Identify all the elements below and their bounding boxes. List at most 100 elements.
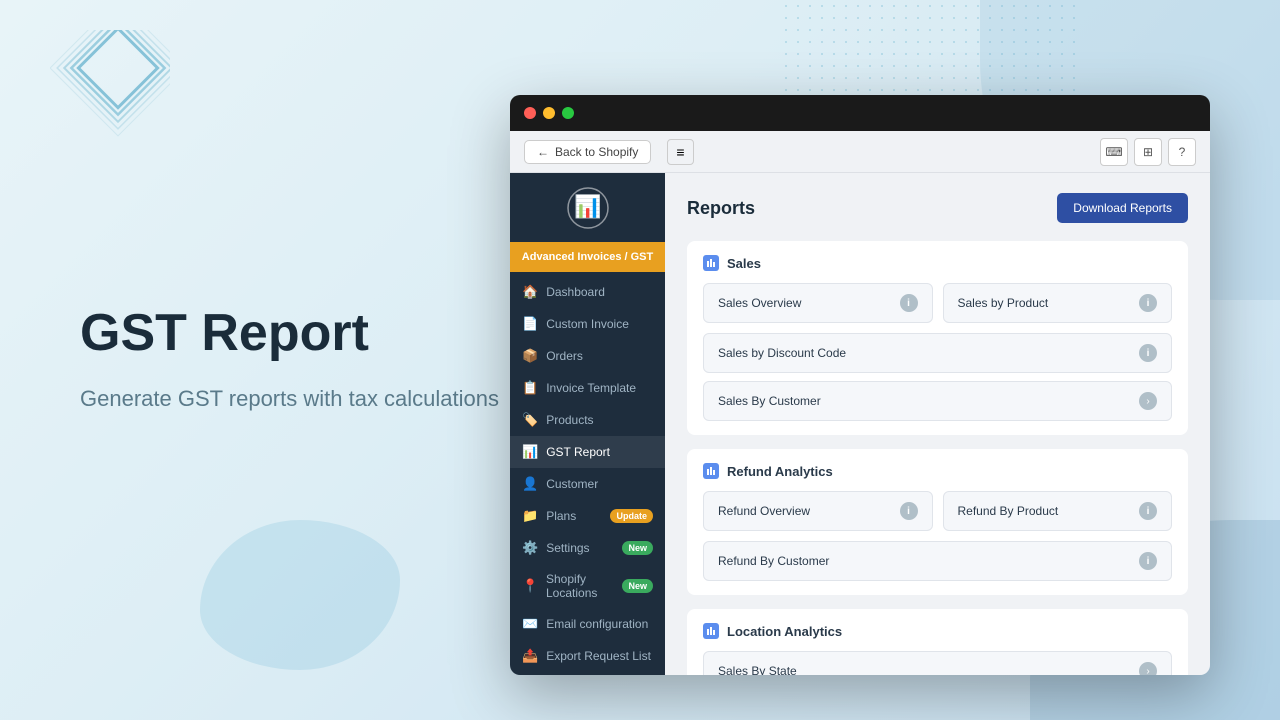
card-info-icon[interactable]: i — [1139, 294, 1157, 312]
email-configuration-label: Email configuration — [546, 617, 648, 631]
custom-invoice-label: Custom Invoice — [546, 317, 629, 331]
back-to-shopify-button[interactable]: ← Back to Shopify — [524, 140, 651, 164]
invoice-template-label: Invoice Template — [546, 381, 636, 395]
main-content: Reports Download Reports Sales Sales Over… — [665, 173, 1210, 675]
orders-label: Orders — [546, 349, 583, 363]
section-location-analytics-full-cards-row: Sales By State› — [703, 651, 1172, 675]
card-label: Sales by Product — [958, 296, 1049, 310]
email-configuration-icon: ✉️ — [522, 616, 538, 632]
export-request-list-label: Export Request List — [546, 649, 651, 663]
settings-icon: ⚙️ — [522, 540, 538, 556]
section-location-analytics-icon — [703, 623, 719, 639]
products-icon: 🏷️ — [522, 412, 538, 428]
download-reports-button[interactable]: Download Reports — [1057, 193, 1188, 223]
orders-icon: 📦 — [522, 348, 538, 364]
sidebar-item-email-configuration[interactable]: ✉️ Email configuration — [510, 608, 665, 640]
products-label: Products — [546, 413, 593, 427]
section-sales-icon — [703, 255, 719, 271]
sidebar-item-custom-invoice[interactable]: 📄 Custom Invoice — [510, 308, 665, 340]
shopify-locations-icon: 📍 — [522, 578, 538, 594]
filter-icon-button[interactable]: ⊞ — [1134, 138, 1162, 166]
browser-window: ← Back to Shopify ≡ ⌨ ⊞ ? 📊 Advanced Inv… — [510, 95, 1210, 675]
svg-text:📊: 📊 — [574, 194, 601, 219]
gst-report-label: GST Report — [546, 445, 610, 459]
bg-blob-left — [200, 520, 400, 670]
section-refund-analytics-cards-row: Refund OverviewiRefund By ProductiRefund… — [703, 491, 1172, 581]
section-sales-cards-row: Sales OverviewiSales by ProductiSales by… — [703, 283, 1172, 373]
card-refund-by-customer[interactable]: Refund By Customeri — [703, 541, 1172, 581]
sidebar: 📊 Advanced Invoices / GST 🏠 Dashboard 📄 Cus… — [510, 173, 665, 675]
card-info-icon[interactable]: i — [1139, 502, 1157, 520]
reports-title: Reports — [687, 198, 755, 219]
sidebar-item-export-request-list[interactable]: 📤 Export Request List — [510, 640, 665, 672]
sidebar-item-products[interactable]: 🏷️ Products — [510, 404, 665, 436]
card-sales-by-discount-code[interactable]: Sales by Discount Codei — [703, 333, 1172, 373]
dashboard-label: Dashboard — [546, 285, 605, 299]
traffic-light-yellow[interactable] — [543, 107, 555, 119]
customer-icon: 👤 — [522, 476, 538, 492]
card-arrow-icon[interactable]: › — [1139, 662, 1157, 675]
section-refund-analytics-title: Refund Analytics — [727, 464, 833, 479]
section-refund-analytics-header: Refund Analytics — [703, 463, 1172, 479]
sidebar-app-name: Advanced Invoices / GST — [510, 242, 665, 272]
top-bar: ← Back to Shopify ≡ ⌨ ⊞ ? — [510, 131, 1210, 173]
sidebar-item-gst-report[interactable]: 📊 GST Report — [510, 436, 665, 468]
card-info-icon[interactable]: i — [1139, 552, 1157, 570]
custom-invoice-icon: 📄 — [522, 316, 538, 332]
card-label: Sales By Customer — [718, 394, 821, 408]
card-label: Sales Overview — [718, 296, 801, 310]
card-sales-by-customer[interactable]: Sales By Customer › — [703, 381, 1172, 421]
card-info-icon[interactable]: i — [900, 502, 918, 520]
card-sales-by-state[interactable]: Sales By State› — [703, 651, 1172, 675]
section-sales: SalesSales OverviewiSales by ProductiSal… — [687, 241, 1188, 435]
left-content: GST Report Generate GST reports with tax… — [80, 305, 499, 415]
browser-titlebar — [510, 95, 1210, 131]
sidebar-logo: 📊 — [510, 173, 665, 242]
back-arrow-icon: ← — [537, 145, 549, 159]
card-label: Refund By Product — [958, 504, 1059, 518]
card-info-icon[interactable]: i — [1139, 344, 1157, 362]
dashboard-icon: 🏠 — [522, 284, 538, 300]
sidebar-item-shopify-locations[interactable]: 📍Shopify LocationsNew — [510, 564, 665, 608]
section-sales-title: Sales — [727, 256, 761, 271]
reports-header: Reports Download Reports — [687, 193, 1188, 223]
section-location-analytics: Location Analytics Sales By State› — [687, 609, 1188, 675]
traffic-light-green[interactable] — [562, 107, 574, 119]
card-info-icon[interactable]: i — [900, 294, 918, 312]
sidebar-item-dashboard[interactable]: 🏠 Dashboard — [510, 276, 665, 308]
back-label: Back to Shopify — [555, 145, 638, 159]
page-subtitle: Generate GST reports with tax calculatio… — [80, 382, 499, 415]
help-icon-button[interactable]: ? — [1168, 138, 1196, 166]
card-label: Refund Overview — [718, 504, 810, 518]
invoice-template-icon: 📋 — [522, 380, 538, 396]
section-location-analytics-header: Location Analytics — [703, 623, 1172, 639]
section-location-analytics-title: Location Analytics — [727, 624, 842, 639]
sidebar-item-invoice-template[interactable]: 📋 Invoice Template — [510, 372, 665, 404]
sidebar-item-settings[interactable]: ⚙️SettingsNew — [510, 532, 665, 564]
export-request-list-icon: 📤 — [522, 648, 538, 664]
section-sales-header: Sales — [703, 255, 1172, 271]
page-title: GST Report — [80, 305, 499, 362]
card-refund-by-product[interactable]: Refund By Product i — [943, 491, 1173, 531]
section-refund-analytics-icon — [703, 463, 719, 479]
keyboard-icon-button[interactable]: ⌨ — [1100, 138, 1128, 166]
gst-report-icon: 📊 — [522, 444, 538, 460]
shopify-locations-label: Shopify Locations — [546, 572, 614, 600]
plans-badge: Update — [610, 509, 653, 523]
sidebar-item-plans[interactable]: 📁PlansUpdate — [510, 500, 665, 532]
section-sales-full-cards-row: Sales By Customer › — [703, 381, 1172, 421]
top-bar-icons: ⌨ ⊞ ? — [1100, 138, 1196, 166]
hamburger-button[interactable]: ≡ — [667, 139, 693, 165]
report-sections: SalesSales OverviewiSales by ProductiSal… — [687, 241, 1188, 675]
card-sales-overview[interactable]: Sales Overview i — [703, 283, 933, 323]
customer-label: Customer — [546, 477, 598, 491]
traffic-light-red[interactable] — [524, 107, 536, 119]
card-sales-by-product[interactable]: Sales by Product i — [943, 283, 1173, 323]
settings-badge: New — [622, 541, 653, 555]
sidebar-item-orders[interactable]: 📦 Orders — [510, 340, 665, 372]
app-logo-icon: 📊 — [565, 185, 610, 230]
card-refund-overview[interactable]: Refund Overview i — [703, 491, 933, 531]
sidebar-item-customer[interactable]: 👤 Customer — [510, 468, 665, 500]
card-arrow-icon[interactable]: › — [1139, 392, 1157, 410]
plans-label: Plans — [546, 509, 576, 523]
